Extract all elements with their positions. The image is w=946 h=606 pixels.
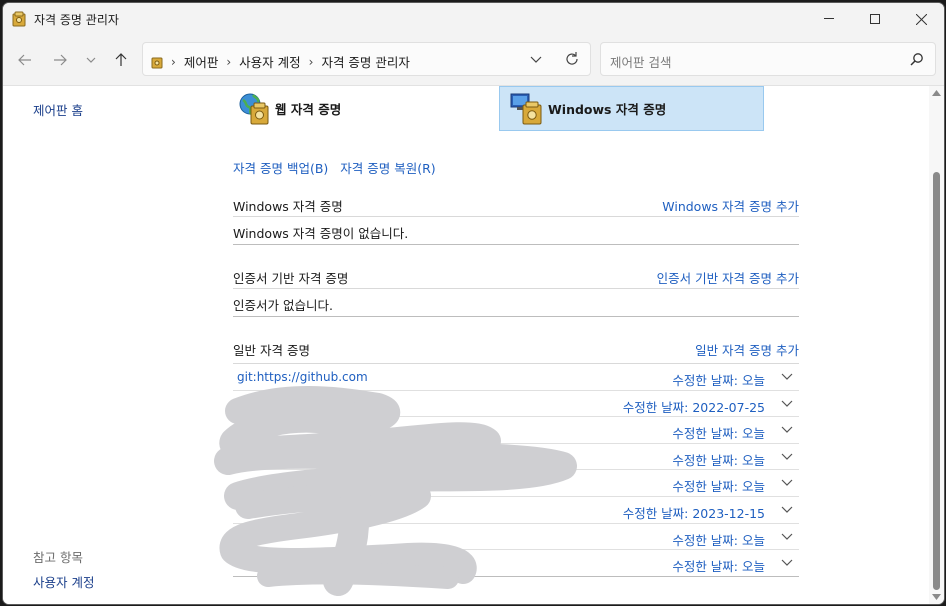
section-empty-message: Windows 자격 증명이 없습니다.: [233, 217, 799, 245]
section-title: 인증서 기반 자격 증명: [233, 271, 349, 286]
add-generic-credential-link[interactable]: 일반 자격 증명 추가: [695, 340, 799, 359]
forward-button[interactable]: [48, 49, 72, 71]
chevron-down-icon: [781, 479, 793, 487]
see-also-title: 참고 항목: [33, 550, 83, 565]
chevron-down-icon: [781, 373, 793, 380]
certificate-credentials-section: 인증서 기반 자격 증명 인증서 기반 자격 증명 추가 인증서가 없습니다.: [233, 264, 799, 317]
credential-modified: 수정한 날짜: 오늘: [672, 452, 765, 468]
credential-modified: 수정한 날짜: 오늘: [672, 426, 765, 442]
windows-credentials-section: Windows 자격 증명 Windows 자격 증명 추가 Windows 자…: [233, 192, 799, 245]
empty-text: Windows 자격 증명이 없습니다.: [233, 226, 409, 241]
maximize-icon: [870, 14, 880, 24]
web-credential-icon: [239, 93, 269, 124]
tab-web-credentials[interactable]: 웹 자격 증명: [237, 86, 487, 131]
chevron-down-icon: [781, 426, 793, 434]
search-icon: [910, 53, 923, 66]
backup-credentials-link[interactable]: 자격 증명 백업(B): [233, 158, 328, 177]
scrollbar-thumb[interactable]: [933, 172, 940, 590]
windows-credential-icon: [510, 93, 542, 124]
main-content: 제어판 홈 참고 항목 사용자 계정 웹 자격 증명 Windows 자격 증명…: [3, 86, 928, 604]
credential-modified: 수정한 날짜: 오늘: [672, 373, 765, 388]
scroll-up-icon[interactable]: [932, 90, 941, 96]
search-placeholder: 제어판 검색: [610, 55, 672, 70]
chevron-down-icon: [781, 453, 793, 460]
breadcrumb-item[interactable]: 자격 증명 관리자: [321, 52, 409, 71]
tab-web-credentials-label: 웹 자격 증명: [275, 102, 342, 117]
back-button[interactable]: [13, 49, 37, 71]
restore-credentials-link[interactable]: 자격 증명 복원(R): [340, 158, 435, 177]
arrow-right-icon: [54, 54, 67, 66]
empty-text: 인증서가 없습니다.: [233, 298, 333, 313]
up-button[interactable]: [109, 49, 133, 71]
credential-actions: 자격 증명 백업(B) 자격 증명 복원(R): [233, 158, 436, 177]
breadcrumb-item[interactable]: 사용자 계정: [239, 52, 300, 71]
user-accounts-link[interactable]: 사용자 계정: [33, 572, 94, 591]
recent-locations-button[interactable]: [79, 49, 103, 71]
credential-name: git:https://github.com: [237, 370, 368, 384]
chevron-down-icon[interactable]: [528, 51, 544, 67]
breadcrumb-separator: ›: [308, 54, 314, 69]
credential-modified: 수정한 날짜: 2023-12-15: [622, 505, 765, 521]
credential-modified: 수정한 날짜: 오늘: [672, 559, 765, 575]
search-input[interactable]: 제어판 검색: [600, 42, 936, 76]
chevron-down-icon: [781, 533, 793, 540]
credential-vault-icon: [151, 57, 163, 68]
breadcrumb: › 제어판 › 사용자 계정 › 자격 증명 관리자: [151, 52, 410, 71]
add-windows-credential-link[interactable]: Windows 자격 증명 추가: [662, 196, 799, 215]
refresh-icon[interactable]: [564, 51, 580, 67]
window-title: 자격 증명 관리자: [34, 13, 119, 27]
credential-vault-icon: [12, 11, 26, 27]
chevron-down-icon: [781, 506, 793, 513]
tab-windows-credentials-label: Windows 자격 증명: [548, 102, 667, 117]
redaction-scribble: [214, 386, 577, 596]
generic-credentials-section: 일반 자격 증명 일반 자격 증명 추가: [233, 336, 799, 364]
section-header: 인증서 기반 자격 증명 인증서 기반 자격 증명 추가: [233, 264, 799, 289]
scroll-down-icon[interactable]: [932, 594, 941, 600]
address-bar[interactable]: › 제어판 › 사용자 계정 › 자격 증명 관리자: [142, 42, 591, 76]
minimize-button[interactable]: [806, 3, 852, 35]
section-title: Windows 자격 증명: [233, 199, 343, 214]
navigation-bar: › 제어판 › 사용자 계정 › 자격 증명 관리자 제어판 검색: [3, 35, 944, 86]
arrow-left-icon: [18, 54, 31, 66]
credential-modified: 수정한 날짜: 2022-07-25: [622, 399, 765, 415]
tab-windows-credentials[interactable]: Windows 자격 증명: [499, 86, 764, 131]
chevron-down-icon: [86, 57, 96, 63]
section-empty-message: 인증서가 없습니다.: [233, 289, 799, 317]
vertical-scrollbar[interactable]: [929, 86, 944, 604]
breadcrumb-separator: ›: [226, 54, 232, 69]
chevron-down-icon: [781, 559, 793, 567]
maximize-button[interactable]: [852, 3, 898, 35]
title-bar: 자격 증명 관리자: [3, 3, 944, 35]
chevron-down-icon: [781, 400, 793, 407]
section-header: Windows 자격 증명 Windows 자격 증명 추가: [233, 192, 799, 217]
arrow-up-icon: [115, 53, 127, 66]
credential-manager-window: 자격 증명 관리자 › 제어판 › 사용자 계정 › 자격 증명 관리자 제어판…: [2, 2, 945, 605]
credential-modified: 수정한 날짜: 오늘: [672, 532, 765, 548]
section-title: 일반 자격 증명: [233, 343, 310, 358]
breadcrumb-separator: ›: [171, 54, 176, 69]
section-header: 일반 자격 증명 일반 자격 증명 추가: [233, 336, 799, 364]
close-icon: [915, 13, 927, 25]
close-button[interactable]: [898, 3, 944, 35]
credential-modified: 수정한 날짜: 오늘: [672, 479, 765, 495]
add-certificate-credential-link[interactable]: 인증서 기반 자격 증명 추가: [657, 268, 799, 287]
minimize-icon: [824, 18, 834, 19]
control-panel-home-link[interactable]: 제어판 홈: [33, 100, 83, 119]
breadcrumb-item[interactable]: 제어판: [184, 52, 219, 71]
